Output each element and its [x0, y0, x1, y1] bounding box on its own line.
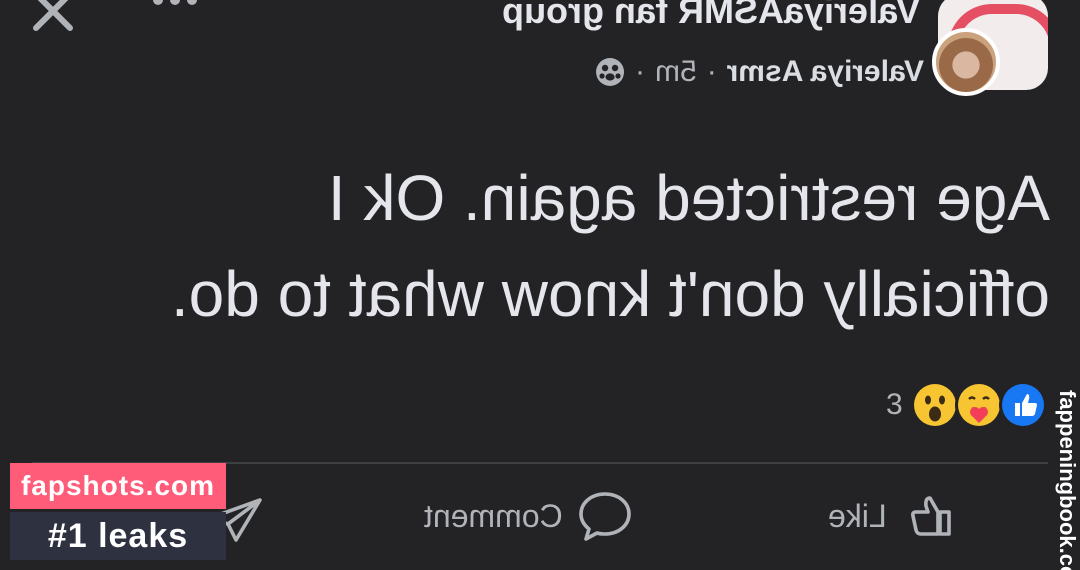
author-name[interactable]: Valeriya Asmr — [727, 55, 924, 89]
care-reaction-icon — [954, 381, 1003, 429]
reaction-count[interactable]: 3 — [886, 388, 903, 422]
close-icon[interactable] — [30, 0, 76, 34]
post-text: Age restricted again. Ok I officially do… — [170, 162, 1050, 330]
comment-label: Comment — [424, 497, 563, 534]
meta-separator: · — [706, 55, 717, 88]
like-icon — [910, 496, 951, 536]
post-time[interactable]: 5m — [655, 55, 697, 89]
group-name[interactable]: ValeriyaASMR fan group — [502, 0, 920, 32]
like-label: Like — [828, 497, 887, 534]
meta-separator: · — [634, 55, 645, 88]
wow-reaction-icon — [910, 381, 959, 429]
group-privacy-icon — [595, 58, 624, 86]
comment-icon — [578, 492, 631, 541]
comment-button[interactable]: Comment — [424, 486, 633, 546]
reactions-summary[interactable]: 3 — [886, 381, 1047, 429]
like-reaction-icon — [998, 381, 1047, 429]
watermark-side: fappeningbook.co — [1055, 390, 1080, 570]
more-options-icon[interactable] — [150, 0, 200, 14]
author-avatar[interactable] — [932, 28, 1000, 96]
watermark-tagline: #1 leaks — [10, 512, 226, 560]
post-meta: Valeriya Asmr · 5m · — [530, 52, 924, 92]
like-button[interactable]: Like — [828, 486, 957, 546]
watermark-site: fapshots.com — [10, 463, 226, 509]
